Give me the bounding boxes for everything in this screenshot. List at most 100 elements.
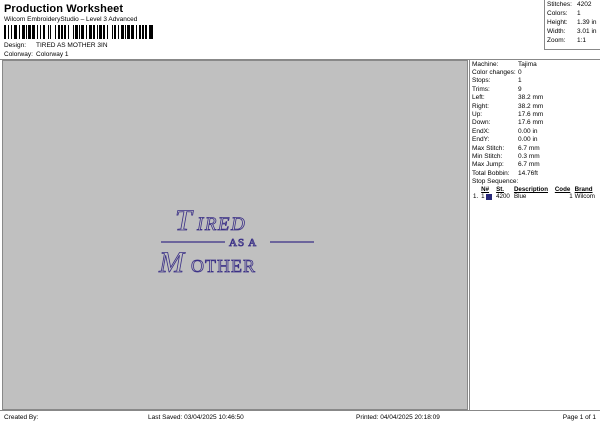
machine-info-label: Up:	[472, 111, 483, 119]
summary-value: 1:1	[577, 37, 587, 44]
machine-info-label: Stops:	[472, 77, 491, 85]
design-row: Design: TIRED AS MOTHER 3IN	[4, 42, 108, 49]
design-label: Design:	[4, 42, 27, 49]
machine-info-row: Total Bobbin: 14.76ft	[470, 169, 600, 177]
machine-info-label: EndY:	[472, 136, 490, 144]
summary-value: 3.01 in	[577, 28, 597, 35]
barcode-bar	[153, 25, 154, 39]
machine-info-label: Down:	[472, 119, 491, 127]
design-text-line1: IRED	[196, 214, 246, 235]
design-value: TIRED AS MOTHER 3IN	[36, 42, 108, 49]
design-text-line1-initial: T	[175, 204, 194, 237]
stop-sequence-title: Stop Sequence:	[472, 178, 519, 186]
machine-info-label: Total Bobbin:	[472, 169, 510, 177]
machine-info-label: Color changes:	[472, 69, 516, 77]
machine-info-row: Machine: Tajima	[470, 60, 600, 68]
machine-info-value: 17.6 mm	[518, 111, 544, 119]
row-code: 1	[569, 193, 573, 201]
summary-zoom: Zoom: 1:1	[545, 36, 600, 45]
col-header-n: N#	[481, 186, 490, 194]
summary-box: Stitches: 4202 Colors: 1 Height: 1.39 in Wi…	[544, 0, 600, 50]
machine-info-row: Max Stitch: 6.7 mm	[470, 144, 600, 152]
colorway-label: Colorway:	[4, 51, 33, 58]
machine-info-row: Up: 17.6 mm	[470, 110, 600, 118]
machine-info-list: Machine: Tajima Color changes: 0 Stops: 1 Trim…	[470, 60, 600, 177]
summary-label: Width:	[547, 28, 566, 35]
stop-sequence-header-row: N# St. Description Code Brand	[472, 186, 599, 193]
col-header-st: St.	[496, 186, 504, 194]
col-header-index	[472, 186, 480, 193]
col-header-brand: Brand	[574, 186, 593, 194]
summary-value: 1.39 in	[577, 19, 597, 26]
machine-info-value: 0.3 mm	[518, 152, 540, 160]
software-name: Wilcom EmbroideryStudio – Level 3 Advanc…	[4, 16, 138, 23]
machine-info-row: Trims: 9	[470, 85, 600, 93]
machine-info-value: Tajima	[518, 60, 537, 68]
summary-value: 1	[577, 10, 581, 17]
machine-info-value: 1	[518, 77, 522, 85]
machine-info-row: EndY: 0.00 in	[470, 136, 600, 144]
design-text-line3: OTHER	[191, 256, 256, 276]
col-header-code: Code	[554, 186, 571, 194]
summary-value: 4202	[577, 1, 592, 8]
colorway-row: Colorway: Colorway 1	[4, 51, 69, 58]
worksheet-title: Production Worksheet	[4, 3, 124, 15]
machine-info-label: Trims:	[472, 85, 490, 93]
machine-info-value: 0.00 in	[518, 127, 538, 135]
embroidery-design: T IRED AS A M OTHER	[158, 204, 314, 276]
machine-info-value: 38.2 mm	[518, 94, 544, 102]
machine-info-label: Left:	[472, 94, 485, 102]
row-brand: Wilcom	[574, 193, 595, 201]
row-index: 1.	[473, 193, 479, 201]
summary-stitches: Stitches: 4202	[545, 0, 600, 9]
design-text-line3-initial: M	[158, 246, 186, 276]
summary-colors: Colors: 1	[545, 9, 600, 18]
summary-label: Stitches:	[547, 1, 572, 8]
machine-info-row: Max Jump: 6.7 mm	[470, 161, 600, 169]
machine-info-label: Min Stitch:	[472, 152, 503, 160]
machine-info-value: 9	[518, 85, 522, 93]
machine-info-row: Left: 38.2 mm	[470, 94, 600, 102]
machine-info-value: 6.7 mm	[518, 144, 540, 152]
footer-created-by: Created By:	[4, 414, 39, 421]
row-st: 4200	[496, 193, 510, 201]
machine-info-row: Min Stitch: 0.3 mm	[470, 152, 600, 160]
design-text-line2: AS A	[229, 237, 257, 249]
summary-label: Zoom:	[547, 37, 566, 44]
machine-info-label: Max Jump:	[472, 161, 504, 169]
row-n-value: 1	[481, 193, 485, 201]
machine-info-label: Right:	[472, 102, 489, 110]
footer: Created By: Last Saved: 03/04/2025 10:46…	[0, 410, 600, 424]
summary-height: Height: 1.39 in	[545, 18, 600, 27]
summary-label: Height:	[547, 19, 568, 26]
machine-info-value: 0.00 in	[518, 136, 538, 144]
machine-info-value: 38.2 mm	[518, 102, 544, 110]
footer-page: Page 1 of 1	[562, 414, 596, 421]
footer-last-saved: Last Saved: 03/04/2025 10:46:50	[148, 414, 244, 421]
row-description: Blue	[513, 193, 527, 201]
machine-info-value: 17.6 mm	[518, 119, 544, 127]
design-canvas: T IRED AS A M OTHER	[2, 60, 468, 410]
summary-label: Colors:	[547, 10, 568, 17]
col-header-description: Description	[513, 186, 548, 194]
row-n: 1	[480, 193, 495, 200]
machine-info-label: Machine:	[472, 60, 499, 68]
table-row: 1. 1 4200 Blue 1 Wilcom	[472, 193, 599, 200]
thread-color-swatch	[486, 193, 493, 200]
machine-info-value: 6.7 mm	[518, 161, 540, 169]
barcode	[4, 25, 155, 39]
machine-info-row: Right: 38.2 mm	[470, 102, 600, 110]
machine-info-panel: Machine: Tajima Color changes: 0 Stops: 1 Trim…	[469, 60, 600, 410]
machine-info-row: EndX: 0.00 in	[470, 127, 600, 135]
machine-info-row: Down: 17.6 mm	[470, 119, 600, 127]
summary-width: Width: 3.01 in	[545, 27, 600, 36]
machine-info-label: Max Stitch:	[472, 144, 505, 152]
machine-info-row: Color changes: 0	[470, 68, 600, 76]
footer-printed: Printed: 04/04/2025 20:18:09	[356, 414, 440, 421]
stop-sequence-table: N# St. Description Code Brand 1. 1 4200 …	[472, 186, 599, 200]
machine-info-value: 14.76ft	[518, 169, 538, 177]
production-worksheet: Production Worksheet Wilcom EmbroiderySt…	[0, 0, 600, 424]
machine-info-row: Stops: 1	[470, 77, 600, 85]
machine-info-value: 0	[518, 69, 522, 77]
colorway-value: Colorway 1	[36, 51, 69, 58]
